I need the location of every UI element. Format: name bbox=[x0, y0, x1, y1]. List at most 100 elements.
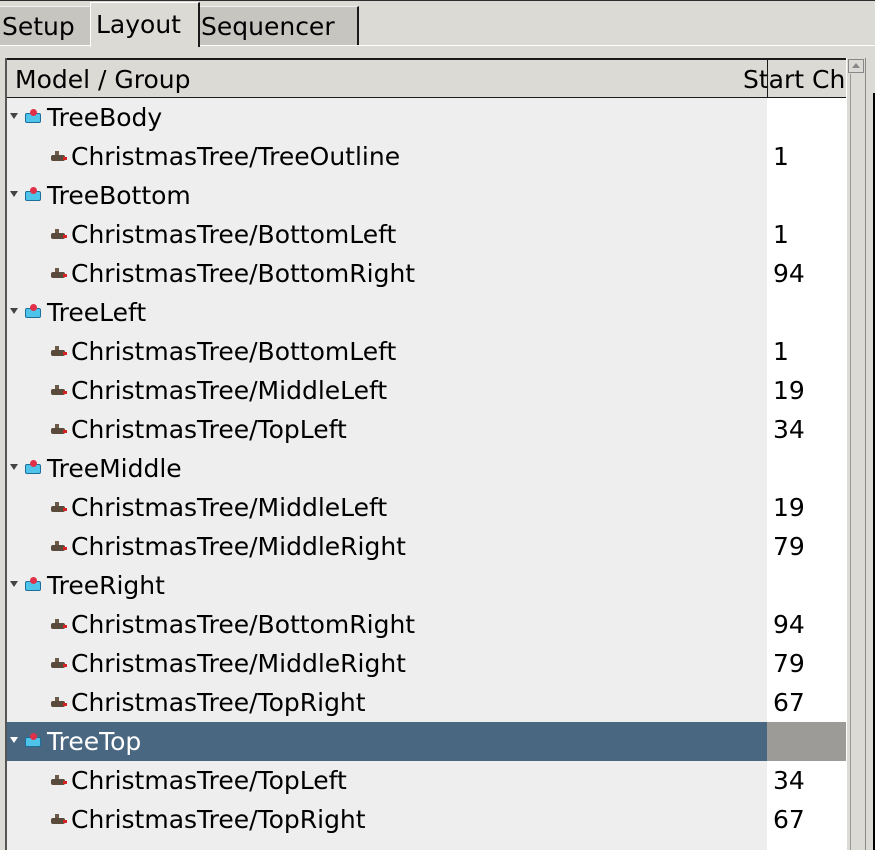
model-name: ChristmasTree/TopRight bbox=[71, 688, 366, 717]
model-row[interactable]: ChristmasTree/BottomLeft 1 bbox=[7, 332, 846, 371]
group-name: TreeMiddle bbox=[47, 454, 182, 483]
model-icon bbox=[51, 151, 67, 162]
group-row[interactable]: TreeRight bbox=[7, 566, 846, 605]
model-row[interactable]: ChristmasTree/BottomRight 94 bbox=[7, 605, 846, 644]
model-icon-tip bbox=[63, 352, 67, 355]
group-name: TreeBottom bbox=[47, 181, 191, 210]
start-ch-cell[interactable]: 19 bbox=[767, 488, 846, 527]
model-row[interactable]: ChristmasTree/BottomLeft 1 bbox=[7, 215, 846, 254]
group-row[interactable]: TreeMiddle bbox=[7, 449, 846, 488]
model-group-icon bbox=[25, 304, 42, 318]
start-ch-value: 1 bbox=[773, 142, 789, 171]
model-cell[interactable]: ChristmasTree/BottomRight bbox=[7, 605, 767, 644]
model-icon-tip bbox=[63, 508, 67, 511]
start-ch-cell[interactable]: 67 bbox=[767, 683, 846, 722]
model-cell[interactable]: ChristmasTree/MiddleRight bbox=[7, 644, 767, 683]
group-start-ch-cell bbox=[767, 566, 846, 605]
group-name: TreeRight bbox=[47, 571, 165, 600]
group-icon-ball bbox=[30, 577, 37, 584]
scrollbar-track[interactable] bbox=[850, 74, 851, 850]
group-icon-ball bbox=[30, 109, 37, 116]
model-row[interactable]: ChristmasTree/TopLeft 34 bbox=[7, 410, 846, 449]
group-start-ch-cell bbox=[767, 98, 846, 137]
start-ch-cell[interactable]: 67 bbox=[767, 800, 846, 839]
model-cell[interactable]: ChristmasTree/BottomLeft bbox=[7, 215, 767, 254]
expand-triangle-icon[interactable] bbox=[10, 308, 18, 314]
model-row[interactable]: ChristmasTree/MiddleLeft 19 bbox=[7, 371, 846, 410]
group-cell[interactable]: TreeRight bbox=[7, 566, 767, 605]
model-icon-tip bbox=[63, 235, 67, 238]
group-row[interactable]: TreeLeft bbox=[7, 293, 846, 332]
expand-triangle-icon[interactable] bbox=[10, 113, 18, 119]
model-icon bbox=[51, 502, 67, 513]
model-name: ChristmasTree/TopRight bbox=[71, 805, 366, 834]
model-row[interactable]: ChristmasTree/TopRight 67 bbox=[7, 683, 846, 722]
model-row[interactable]: ChristmasTree/MiddleLeft 19 bbox=[7, 488, 846, 527]
group-row[interactable]: TreeBody bbox=[7, 98, 846, 137]
start-ch-cell[interactable]: 1 bbox=[767, 215, 846, 254]
start-ch-cell[interactable]: 94 bbox=[767, 605, 846, 644]
group-cell[interactable]: TreeBottom bbox=[7, 176, 767, 215]
tab-sequencer[interactable]: Sequencer bbox=[199, 6, 359, 45]
group-start-ch-cell bbox=[767, 722, 846, 761]
model-cell[interactable]: ChristmasTree/TreeOutline bbox=[7, 137, 767, 176]
expand-triangle-icon[interactable] bbox=[10, 464, 18, 470]
group-name: TreeLeft bbox=[47, 298, 147, 327]
start-ch-cell[interactable]: 34 bbox=[767, 761, 846, 800]
tab-setup-label: Setup bbox=[2, 12, 75, 41]
model-cell[interactable]: ChristmasTree/MiddleLeft bbox=[7, 371, 767, 410]
model-icon bbox=[51, 268, 67, 279]
model-cell[interactable]: ChristmasTree/BottomRight bbox=[7, 254, 767, 293]
model-row[interactable]: ChristmasTree/TopRight 67 bbox=[7, 800, 846, 839]
expand-triangle-icon[interactable] bbox=[10, 737, 18, 743]
model-group-icon bbox=[25, 109, 42, 123]
group-cell[interactable]: TreeMiddle bbox=[7, 449, 767, 488]
model-cell[interactable]: ChristmasTree/TopLeft bbox=[7, 410, 767, 449]
model-name: ChristmasTree/BottomRight bbox=[71, 610, 416, 639]
model-cell[interactable]: ChristmasTree/BottomLeft bbox=[7, 332, 767, 371]
model-row[interactable]: ChristmasTree/TreeOutline 1 bbox=[7, 137, 846, 176]
group-cell[interactable]: TreeLeft bbox=[7, 293, 767, 332]
tab-sequencer-label: Sequencer bbox=[201, 12, 335, 41]
group-icon-ball bbox=[30, 733, 37, 740]
model-name: ChristmasTree/BottomLeft bbox=[71, 220, 397, 249]
start-ch-cell[interactable]: 1 bbox=[767, 137, 846, 176]
model-icon-tip bbox=[63, 664, 67, 667]
start-ch-cell[interactable]: 79 bbox=[767, 527, 846, 566]
expand-triangle-icon[interactable] bbox=[10, 581, 18, 587]
start-ch-value: 94 bbox=[773, 259, 805, 288]
model-row[interactable]: ChristmasTree/BottomRight 94 bbox=[7, 254, 846, 293]
scroll-up-button[interactable] bbox=[848, 59, 864, 73]
column-header-start-ch[interactable]: Start Ch bbox=[743, 60, 846, 98]
group-cell[interactable]: TreeTop bbox=[7, 722, 767, 761]
column-header-model-group[interactable]: Model / Group bbox=[15, 60, 755, 98]
start-ch-cell[interactable]: 1 bbox=[767, 332, 846, 371]
expand-triangle-icon[interactable] bbox=[10, 191, 18, 197]
start-ch-cell[interactable]: 19 bbox=[767, 371, 846, 410]
column-divider[interactable] bbox=[767, 60, 768, 98]
start-ch-cell[interactable]: 94 bbox=[767, 254, 846, 293]
start-ch-cell[interactable]: 79 bbox=[767, 644, 846, 683]
model-group-tree[interactable]: Model / Group Start Ch TreeBody Christmas… bbox=[5, 58, 848, 850]
model-icon bbox=[51, 541, 67, 552]
model-icon bbox=[51, 814, 67, 825]
model-row[interactable]: ChristmasTree/MiddleRight 79 bbox=[7, 527, 846, 566]
model-row[interactable]: ChristmasTree/TopLeft 34 bbox=[7, 761, 846, 800]
group-row[interactable]: TreeBottom bbox=[7, 176, 846, 215]
vertical-scrollbar[interactable] bbox=[846, 58, 866, 850]
tab-setup[interactable]: Setup bbox=[0, 6, 92, 45]
model-cell[interactable]: ChristmasTree/TopRight bbox=[7, 800, 767, 839]
model-cell[interactable]: ChristmasTree/TopLeft bbox=[7, 761, 767, 800]
group-cell[interactable]: TreeBody bbox=[7, 98, 767, 137]
model-row[interactable]: ChristmasTree/MiddleRight 79 bbox=[7, 644, 846, 683]
model-icon-tip bbox=[63, 157, 67, 160]
model-group-icon bbox=[25, 733, 42, 747]
tab-layout[interactable]: Layout bbox=[90, 2, 200, 47]
model-cell[interactable]: ChristmasTree/MiddleLeft bbox=[7, 488, 767, 527]
group-row[interactable]: TreeTop bbox=[7, 722, 846, 761]
model-cell[interactable]: ChristmasTree/MiddleRight bbox=[7, 527, 767, 566]
model-icon-tip bbox=[63, 430, 67, 433]
model-icon-tip bbox=[63, 391, 67, 394]
start-ch-cell[interactable]: 34 bbox=[767, 410, 846, 449]
model-cell[interactable]: ChristmasTree/TopRight bbox=[7, 683, 767, 722]
